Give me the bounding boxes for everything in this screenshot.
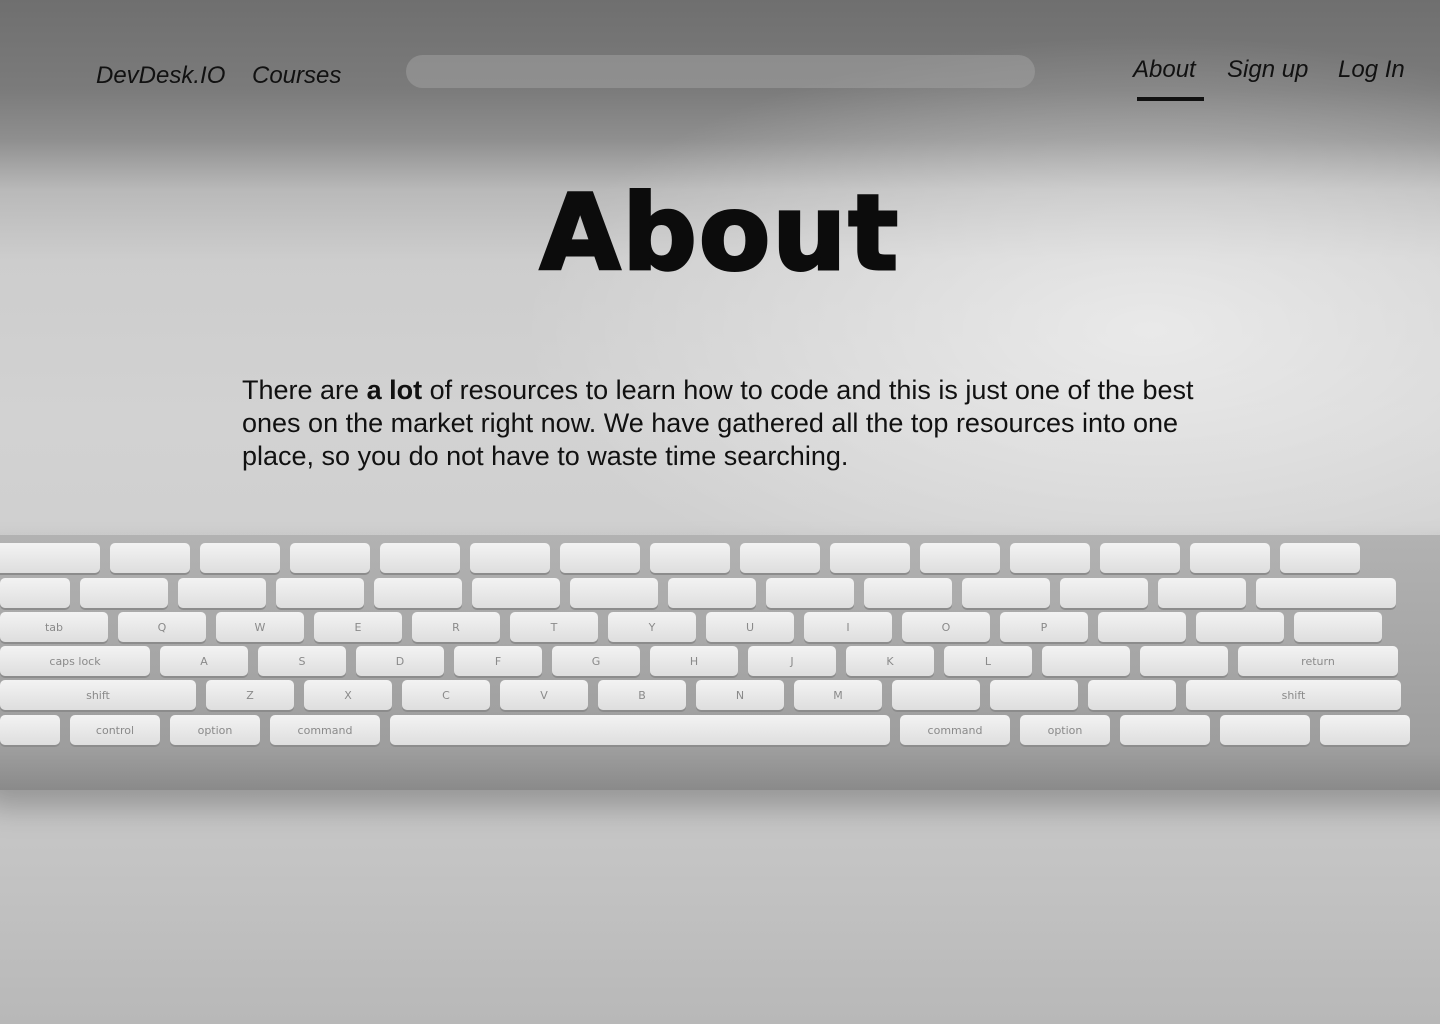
top-navbar: DevDesk.IO Courses About Sign up Log In (0, 0, 1440, 140)
keyboard-row-bottom: control option command command option (0, 715, 1410, 745)
page-title: About (538, 171, 901, 296)
nav-courses-link[interactable]: Courses (252, 62, 341, 90)
nav-login-link[interactable]: Log In (1338, 56, 1405, 84)
nav-about-link[interactable]: About (1133, 56, 1196, 84)
keyboard-row-shift: shift ZX CV BN M shift (0, 680, 1401, 710)
keyboard-row-qwerty: tab QW ER TY UI OP (0, 612, 1382, 642)
about-text-intro: There are (242, 375, 367, 405)
nav-signup-link[interactable]: Sign up (1227, 56, 1308, 84)
about-paragraph: There are a lot of resources to learn ho… (242, 374, 1242, 473)
keyboard-row-number (0, 578, 1396, 608)
keyboard-image: tab QW ER TY UI OP caps lock AS DF GH JK… (0, 535, 1440, 790)
about-text-emphasis: a lot (366, 375, 423, 405)
background-photo (0, 0, 1440, 1024)
keyboard-row-home: caps lock AS DF GH JK L return (0, 646, 1398, 676)
brand-logo-link[interactable]: DevDesk.IO (96, 62, 225, 90)
search-input[interactable] (406, 55, 1035, 88)
active-tab-indicator (1137, 97, 1204, 101)
keyboard-row-function (0, 543, 1360, 573)
